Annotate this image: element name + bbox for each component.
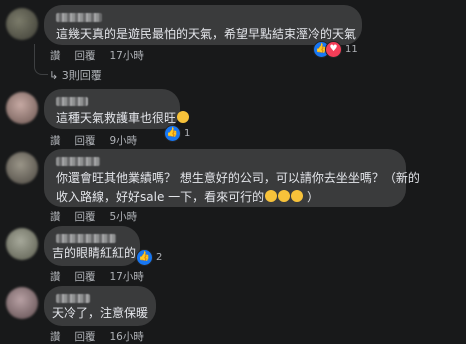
avatar[interactable] [6,8,38,40]
like-icon: 👍 [136,248,153,266]
comment-actions: 讚 回覆 5小時 [50,209,151,224]
reply-button[interactable]: 回覆 [75,271,96,283]
comment-actions: 讚 回覆 9小時 [50,133,151,148]
reaction-summary[interactable]: 👍 1 [164,124,190,142]
timestamp[interactable]: 17小時 [110,271,144,283]
avatar[interactable] [6,287,38,319]
reaction-count: 11 [345,43,358,55]
comment-text: 你還會旺其他業績嗎？ 想生意好的公司，可以請你去坐坐嗎？（新的 收入路線，好好s… [56,171,420,204]
timestamp[interactable]: 17小時 [110,50,144,62]
comment-bubble: 你還會旺其他業績嗎？ 想生意好的公司，可以請你去坐坐嗎？（新的 收入路線，好好s… [44,149,420,207]
comment-bubble: 這種天氣救護車也很旺 [44,89,190,129]
comment-bubble: 這幾天真的是遊民最怕的天氣，希望早點結束溼冷的天氣 [44,5,362,45]
like-button[interactable]: 讚 [50,50,61,62]
like-icon: 👍 [164,124,181,142]
comment-bubble: 吉的眼睛紅紅的 [44,226,140,266]
timestamp[interactable]: 5小時 [110,211,138,223]
reply-button[interactable]: 回覆 [75,211,96,223]
comment-actions: 讚 回覆 17小時 [50,48,158,63]
like-button[interactable]: 讚 [50,331,61,343]
thread-connector [34,44,48,75]
commenter-name[interactable] [56,294,90,303]
reply-arrow-icon: ↳ [49,69,59,82]
commenter-name[interactable] [56,13,102,22]
reaction-summary[interactable]: 👍 ♥ 11 [313,40,358,58]
replies-count: 3則回覆 [61,69,102,82]
heart-icon: ♥ [325,40,342,58]
comment-text: 這幾天真的是遊民最怕的天氣，希望早點結束溼冷的天氣 [56,27,357,41]
like-button[interactable]: 讚 [50,135,61,147]
like-button[interactable]: 讚 [50,271,61,283]
avatar[interactable] [6,92,38,124]
comment-text: 吉的眼睛紅紅的 [52,246,137,260]
avatar[interactable] [6,152,38,184]
timestamp[interactable]: 16小時 [110,331,144,343]
comment-bubble: 天冷了，注意保暖 [44,286,156,326]
avatar[interactable] [6,228,38,260]
reaction-count: 2 [156,251,163,263]
reaction-summary[interactable]: 👍 2 [136,248,162,266]
view-replies-link[interactable]: ↳ 3則回覆 [49,67,102,83]
emoji-icon [278,190,291,202]
like-button[interactable]: 讚 [50,211,61,223]
reply-button[interactable]: 回覆 [75,331,96,343]
timestamp[interactable]: 9小時 [110,135,138,147]
reaction-count: 1 [184,127,191,139]
comment-actions: 讚 回覆 17小時 [50,269,158,284]
comment-text: 天冷了，注意保暖 [52,306,149,320]
commenter-name[interactable] [56,157,100,166]
emoji-icon [177,111,190,123]
commenter-name[interactable] [56,234,116,243]
reply-button[interactable]: 回覆 [75,50,96,62]
commenter-name[interactable] [56,97,88,106]
reply-button[interactable]: 回覆 [75,135,96,147]
emoji-icon [265,190,278,202]
emoji-icon [291,190,304,202]
